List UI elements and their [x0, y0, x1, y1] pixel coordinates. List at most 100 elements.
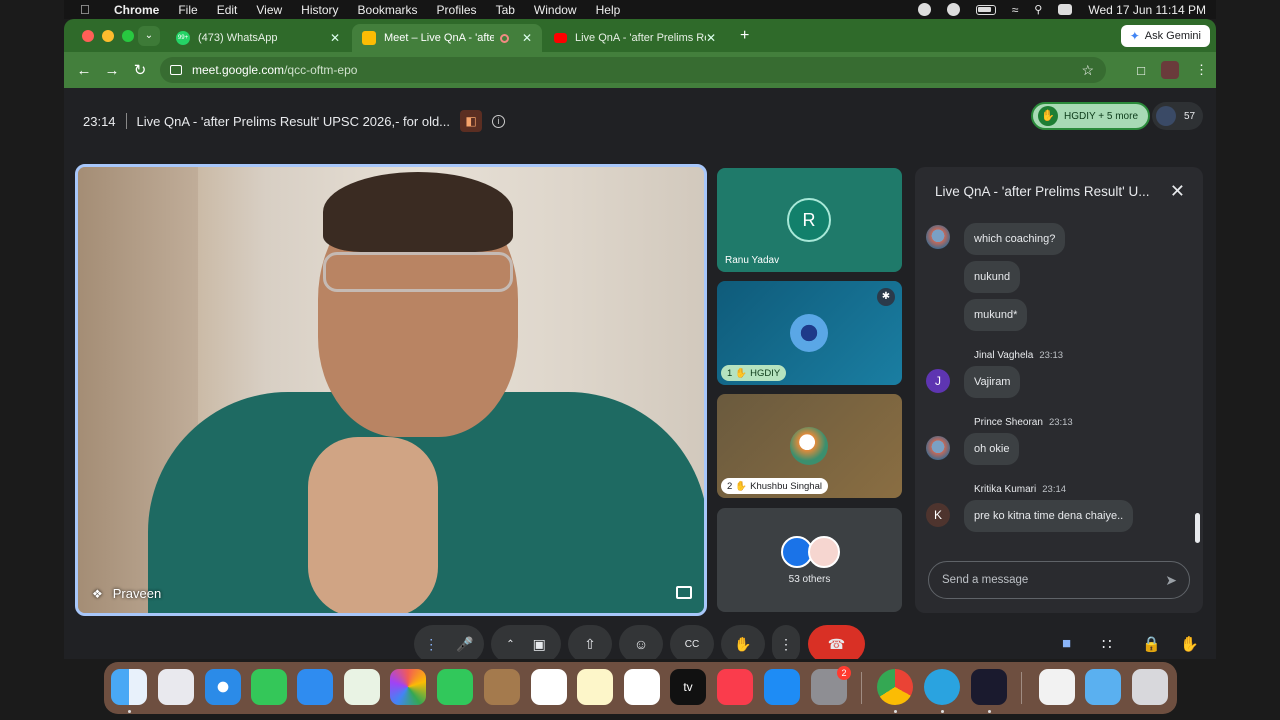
- reload-icon[interactable]: ↻: [126, 61, 154, 79]
- others-tile[interactable]: 53 others: [717, 508, 902, 612]
- mail-icon[interactable]: [297, 669, 333, 705]
- tab-search-button[interactable]: ⌄: [138, 26, 160, 46]
- meet-app: 23:14 Live QnA - 'after Prelims Result' …: [64, 88, 1216, 659]
- extensions-icon[interactable]: □: [1137, 63, 1145, 78]
- menu-view[interactable]: View: [256, 3, 282, 17]
- chat-message: pre ko kitna time dena chaiye..: [964, 500, 1134, 532]
- leave-call-button[interactable]: ☎: [808, 625, 865, 659]
- reactions-button[interactable]: ☺: [619, 625, 663, 659]
- telegram-icon[interactable]: [924, 669, 960, 705]
- system-settings-icon[interactable]: 2: [811, 666, 851, 705]
- close-tab-icon[interactable]: ✕: [522, 31, 532, 45]
- document-icon[interactable]: [1039, 669, 1075, 705]
- avatar: [808, 536, 840, 568]
- apple-icon[interactable]: : [80, 2, 96, 17]
- tab-meet[interactable]: Meet – Live QnA - 'after P ✕: [352, 24, 542, 52]
- messages-icon[interactable]: [251, 669, 287, 705]
- ask-gemini-label: Ask Gemini: [1144, 30, 1201, 42]
- freeform-icon[interactable]: [624, 669, 660, 705]
- close-icon[interactable]: ✕: [1170, 181, 1185, 202]
- bookmark-star-icon[interactable]: ☆: [1081, 62, 1094, 79]
- message-time: 23:14: [1042, 484, 1067, 495]
- participants-button[interactable]: 57: [1152, 102, 1204, 130]
- status-app-icon[interactable]: [917, 3, 931, 16]
- close-tab-icon[interactable]: ✕: [330, 31, 340, 45]
- ask-gemini-button[interactable]: ✦ Ask Gemini: [1120, 25, 1210, 47]
- launchpad-icon[interactable]: [158, 669, 194, 705]
- captions-button[interactable]: CC: [670, 625, 714, 659]
- site-info-icon[interactable]: [170, 65, 182, 75]
- raised-hands-button[interactable]: ✋ HGDIY + 5 more: [1031, 102, 1151, 130]
- forward-icon[interactable]: →: [98, 62, 126, 79]
- address-bar[interactable]: meet.google.com/qcc-oftm-epo ☆: [160, 57, 1106, 83]
- obs-icon[interactable]: [971, 669, 1007, 705]
- menu-profiles[interactable]: Profiles: [437, 3, 477, 17]
- contacts-icon[interactable]: [484, 669, 520, 705]
- present-screen-button[interactable]: ⇧: [568, 625, 612, 659]
- main-video-tile[interactable]: ❖ Praveen: [75, 164, 707, 616]
- participant-tile[interactable]: 2 ✋ Khushbu Singhal: [717, 394, 902, 498]
- spotlight-icon[interactable]: ⚲: [1034, 3, 1042, 16]
- chat-title: Live QnA - 'after Prelims Result' U...: [935, 184, 1150, 199]
- tab-whatsapp[interactable]: 99+ (473) WhatsApp ✕: [166, 24, 350, 52]
- notification-badge: 2: [837, 666, 851, 680]
- folder-icon[interactable]: [1085, 669, 1121, 705]
- back-icon[interactable]: ←: [70, 62, 98, 79]
- chat-scrollbar[interactable]: [1195, 513, 1200, 543]
- battery-icon[interactable]: [975, 4, 996, 15]
- door-icon[interactable]: ◧: [460, 110, 483, 132]
- chrome-menu-icon[interactable]: ⋮: [1195, 62, 1208, 78]
- wifi-icon[interactable]: ≈: [1012, 3, 1019, 17]
- main-video-name: Praveen: [112, 586, 162, 601]
- picture-in-picture-icon[interactable]: [676, 586, 692, 599]
- info-icon[interactable]: i: [492, 114, 506, 128]
- participant-tile[interactable]: ✱ 1 ✋ HGDIY: [717, 281, 902, 385]
- host-controls-icon[interactable]: 🔒: [1142, 635, 1161, 653]
- camera-control[interactable]: ⌃ ▣: [491, 625, 561, 659]
- trash-icon[interactable]: [1132, 669, 1168, 705]
- meeting-header: 23:14 Live QnA - 'after Prelims Result' …: [83, 110, 506, 132]
- avatar: R: [787, 198, 831, 242]
- reminders-icon[interactable]: [531, 669, 567, 705]
- microphone-control[interactable]: ⋮ 🎤: [414, 625, 484, 659]
- facetime-icon[interactable]: [437, 669, 473, 705]
- hand-raise-queue-icon[interactable]: ✋: [1180, 635, 1199, 653]
- more-options-button[interactable]: ⋮: [772, 625, 800, 659]
- activities-icon[interactable]: ∷: [1102, 635, 1112, 653]
- send-icon[interactable]: ➤: [1165, 572, 1177, 589]
- status-chatgpt-icon[interactable]: [946, 3, 960, 16]
- raise-hand-button[interactable]: ✋: [721, 625, 765, 659]
- zoom-window-button[interactable]: [122, 30, 134, 42]
- menu-history[interactable]: History: [301, 3, 338, 17]
- new-tab-button[interactable]: +: [740, 27, 749, 45]
- close-tab-icon[interactable]: ✕: [706, 31, 716, 45]
- tab-youtube[interactable]: Live QnA - 'after Prelims Resu ✕: [544, 24, 726, 52]
- music-icon[interactable]: [717, 669, 753, 705]
- menu-app-name[interactable]: Chrome: [114, 3, 159, 17]
- maps-icon[interactable]: [344, 669, 380, 705]
- close-window-button[interactable]: [82, 30, 94, 42]
- finder-icon[interactable]: [111, 669, 147, 705]
- chat-message-input[interactable]: Send a message ➤: [928, 561, 1190, 599]
- menu-help[interactable]: Help: [596, 3, 621, 17]
- menu-bookmarks[interactable]: Bookmarks: [358, 3, 418, 17]
- apple-tv-icon[interactable]: tv: [670, 669, 706, 705]
- photos-icon[interactable]: [390, 669, 426, 705]
- minimize-window-button[interactable]: [102, 30, 114, 42]
- chrome-icon[interactable]: [877, 669, 913, 705]
- menubar-datetime[interactable]: Wed 17 Jun 11:14 PM: [1088, 3, 1206, 17]
- profile-avatar[interactable]: [1161, 61, 1179, 79]
- app-store-icon[interactable]: [764, 669, 800, 705]
- hand-icon: ✋: [1038, 106, 1058, 126]
- menu-window[interactable]: Window: [534, 3, 577, 17]
- chat-icon[interactable]: ■: [1062, 635, 1071, 652]
- participant-tile[interactable]: R Ranu Yadav: [717, 168, 902, 272]
- menu-edit[interactable]: Edit: [217, 3, 238, 17]
- meet-icon: [362, 31, 376, 45]
- menu-file[interactable]: File: [178, 3, 197, 17]
- control-center-icon[interactable]: [1058, 4, 1073, 15]
- menu-tab[interactable]: Tab: [496, 3, 515, 17]
- pin-icon[interactable]: ❖: [92, 587, 103, 601]
- notes-icon[interactable]: [577, 669, 613, 705]
- safari-icon[interactable]: [205, 669, 241, 705]
